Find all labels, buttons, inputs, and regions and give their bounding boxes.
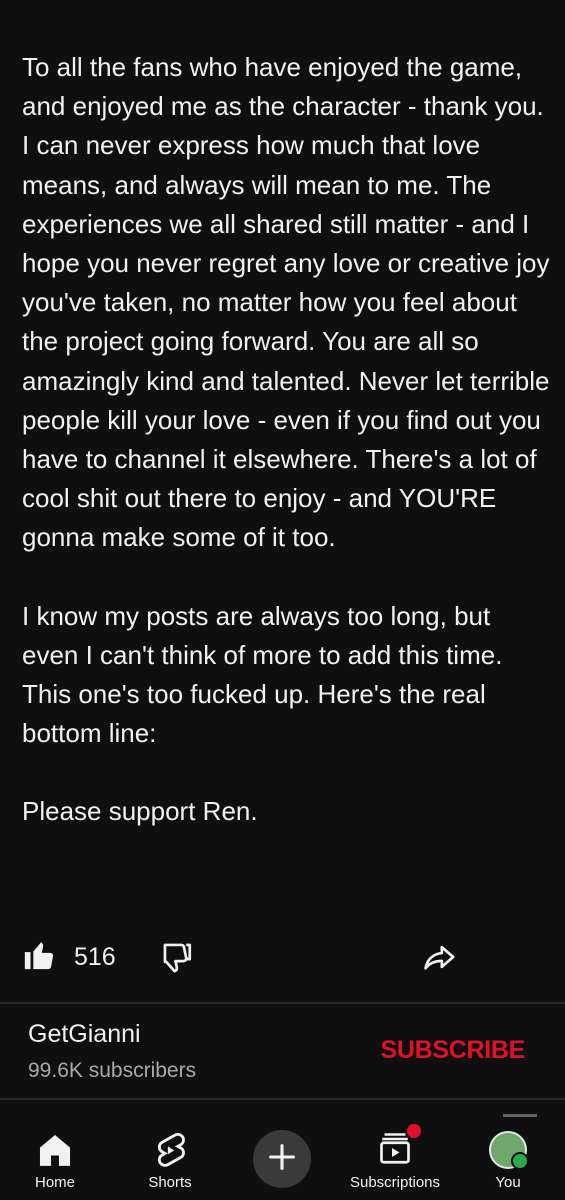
avatar: [489, 1128, 529, 1172]
like-button[interactable]: 516: [22, 938, 116, 977]
channel-info[interactable]: GetGianni 99.6K subscribers: [28, 1020, 196, 1083]
nav-home-label: Home: [34, 1174, 75, 1191]
subscriptions-icon: [377, 1123, 421, 1172]
notification-dot: [407, 1123, 421, 1138]
shorts-icon: [153, 1128, 187, 1172]
post-actions: 516: [0, 938, 565, 984]
subscribe-button[interactable]: SUBSCRIBE: [380, 1036, 525, 1065]
nav-shorts-label: Shorts: [148, 1174, 192, 1191]
create-button[interactable]: [253, 1130, 311, 1188]
home-icon: [36, 1128, 74, 1172]
nav-shorts[interactable]: Shorts: [125, 1118, 215, 1200]
subscriber-count: 99.6K subscribers: [28, 1059, 197, 1082]
nav-you[interactable]: You: [463, 1118, 553, 1200]
share-button[interactable]: [420, 940, 458, 979]
nav-home[interactable]: Home: [10, 1118, 100, 1200]
create-icon: [265, 1140, 299, 1179]
nav-you-label: You: [495, 1174, 521, 1191]
divider: [0, 1098, 565, 1100]
post-paragraph-3: Please support Ren.: [22, 796, 258, 827]
dislike-button[interactable]: [160, 940, 194, 979]
post-paragraph-1: To all the fans who have enjoyed the gam…: [22, 52, 550, 553]
bottom-nav: Home Shorts Subscriptions You: [0, 1118, 565, 1200]
post-paragraph-2: I know my posts are always too long, but…: [22, 600, 503, 749]
post-body: To all the fans who have enjoyed the gam…: [22, 48, 552, 832]
like-icon: [22, 938, 56, 977]
divider: [0, 1002, 565, 1004]
nav-subscriptions-label: Subscriptions: [349, 1174, 441, 1191]
dislike-icon: [160, 940, 194, 979]
channel-name[interactable]: GetGianni: [28, 1020, 196, 1049]
nav-subscriptions[interactable]: Subscriptions: [350, 1118, 440, 1200]
share-icon: [420, 940, 458, 979]
like-count: 516: [74, 943, 116, 971]
